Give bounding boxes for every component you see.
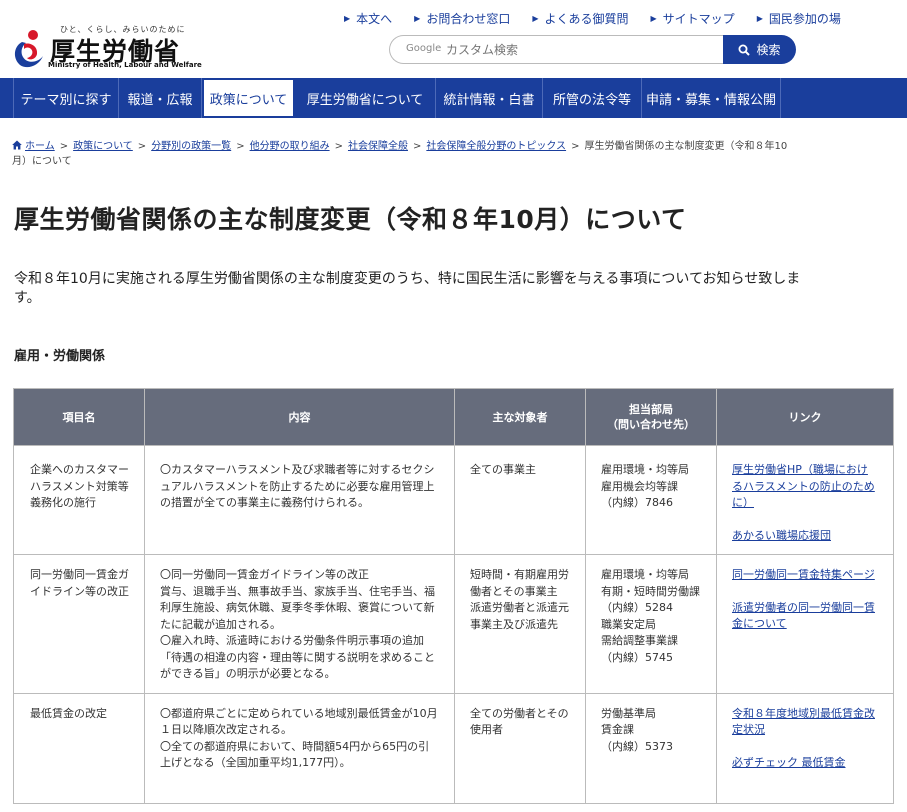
nav-item-statistics[interactable]: 統計情報・白書: [436, 78, 543, 118]
search-button-label: 検索: [756, 43, 781, 57]
mhlw-logo-icon: [14, 30, 43, 68]
link-dispatch-equal-pay[interactable]: 派遣労働者の同一労働同一賃金について: [732, 601, 875, 631]
cell-links: 同一労働同一賃金特集ページ 派遣労働者の同一労働同一賃金について: [716, 554, 894, 694]
link-spacer: [732, 512, 878, 528]
site-logo[interactable]: ひと、くらし、みらいのために 厚生労働省 Ministry of Health,…: [12, 22, 202, 72]
breadcrumb-policy-list[interactable]: 分野別の政策一覧: [151, 141, 231, 152]
search-input[interactable]: [446, 40, 706, 59]
cell-dept: 雇用環境・均等局 有期・短時間労働課 （内線）5284 職業安定局 需給調整事業…: [585, 554, 717, 694]
table-row: 同一労働同一賃金ガイドライン等の改正 〇同一労働同一賃金ガイドライン等の改正 賞…: [13, 554, 894, 694]
util-link-label: よくある御質問: [544, 12, 629, 26]
site-search: Google 検索: [389, 35, 796, 64]
util-link-label: サイトマップ: [662, 12, 735, 26]
table-row: 最低賃金の改定 〇都道府県ごとに定められている地域別最低賃金が10月１日以降順次…: [13, 692, 894, 804]
util-link-contact[interactable]: ▶ お問合わせ窓口: [414, 10, 510, 27]
breadcrumb: ホーム > 政策について > 分野別の政策一覧 > 他分野の取り組み > 社会保障全般 > 社会保障…: [12, 139, 802, 169]
link-minimum-wage-status[interactable]: 令和８年度地域別最低賃金改定状況: [732, 707, 875, 737]
global-nav: テーマ別に探す 報道・広報 政策について 厚生労働省について 統計情報・白書 所…: [0, 78, 907, 118]
link-spacer: [732, 739, 878, 755]
util-link-faq[interactable]: ▶ よくある御質問: [532, 10, 628, 27]
link-spacer: [732, 584, 878, 600]
lead-text: 令和８年10月に実施される厚生労働省関係の主な制度変更のうち、特に国民生活に影響…: [14, 271, 801, 306]
nav-item-policy[interactable]: 政策について: [202, 78, 295, 118]
breadcrumb-policy[interactable]: 政策について: [73, 141, 133, 152]
link-harassment-prevention[interactable]: 厚生労働省HP（職場におけるハラスメントの防止のために）: [732, 463, 875, 509]
cell-content: 〇同一労働同一賃金ガイドライン等の改正 賞与、退職手当、無事故手当、家族手当、住…: [144, 554, 455, 694]
changes-table: 項目名 内容 主な対象者 担当部局 （問い合わせ先） リンク 企業へのカスタマー…: [13, 388, 894, 804]
col-header-content: 内容: [144, 388, 455, 446]
util-link-label: 本文へ: [356, 12, 393, 26]
triangle-right-icon: ▶: [414, 14, 421, 23]
link-akarui-shokuba[interactable]: あかるい職場応援団: [732, 529, 831, 542]
link-minimum-wage-check[interactable]: 必ずチェック 最低賃金: [732, 756, 846, 769]
cell-links: 厚生労働省HP（職場におけるハラスメントの防止のために） あかるい職場応援団: [716, 445, 894, 555]
cell-target: 全ての事業主: [454, 445, 586, 555]
cell-target: 短時間・有期雇用労働者とその事業主 派遣労働者と派遣元事業主及び派遣先: [454, 554, 586, 694]
util-link-label: お問合わせ窓口: [426, 12, 511, 26]
triangle-right-icon: ▶: [650, 14, 657, 23]
table-header-row: 項目名 内容 主な対象者 担当部局 （問い合わせ先） リンク: [13, 388, 894, 446]
breadcrumb-separator: >: [334, 141, 343, 152]
col-header-item: 項目名: [13, 388, 145, 446]
cell-item: 最低賃金の改定: [13, 692, 145, 804]
breadcrumb-separator: >: [236, 141, 245, 152]
cell-links: 令和８年度地域別最低賃金改定状況 必ずチェック 最低賃金: [716, 692, 894, 804]
cell-item: 同一労働同一賃金ガイドライン等の改正: [13, 554, 145, 694]
breadcrumb-separator: >: [59, 141, 69, 152]
util-link-participation[interactable]: ▶ 国民参加の場: [757, 10, 841, 27]
breadcrumb-topics[interactable]: 社会保障全般分野のトピックス: [426, 141, 566, 152]
cell-dept: 雇用環境・均等局 雇用機会均等課 （内線）7846: [585, 445, 717, 555]
util-link-label: 国民参加の場: [768, 12, 841, 26]
util-link-sitemap[interactable]: ▶ サイトマップ: [651, 10, 735, 27]
nav-item-themes[interactable]: テーマ別に探す: [13, 78, 119, 118]
cell-content: 〇都道府県ごとに定められている地域別最低賃金が10月１日以降順次改定される。 〇…: [144, 692, 455, 804]
col-header-dept: 担当部局 （問い合わせ先）: [585, 388, 717, 446]
breadcrumb-separator: >: [412, 141, 422, 152]
link-equal-pay-special[interactable]: 同一労働同一賃金特集ページ: [732, 568, 875, 581]
cell-item: 企業へのカスタマーハラスメント対策等義務化の施行: [13, 445, 145, 555]
triangle-right-icon: ▶: [756, 14, 763, 23]
search-icon: [738, 44, 751, 56]
breadcrumb-social-security[interactable]: 社会保障全般: [348, 141, 408, 152]
breadcrumb-separator: >: [571, 141, 580, 152]
cell-target: 全ての労働者とその使用者: [454, 692, 586, 804]
google-brand-label: Google: [406, 43, 442, 54]
search-box: Google: [389, 35, 724, 64]
breadcrumb-separator: >: [137, 141, 147, 152]
util-link-main-content[interactable]: ▶ 本文へ: [344, 10, 392, 27]
col-header-links: リンク: [716, 388, 894, 446]
home-icon: [12, 140, 22, 150]
cell-dept: 労働基準局 賃金課 （内線）5373: [585, 692, 717, 804]
search-button[interactable]: 検索: [723, 35, 796, 64]
page-title: 厚生労働省関係の主な制度変更（令和８年10月）について: [14, 205, 687, 234]
breadcrumb-other-fields[interactable]: 他分野の取り組み: [250, 141, 330, 152]
breadcrumb-home[interactable]: ホーム: [25, 141, 55, 152]
triangle-right-icon: ▶: [344, 14, 351, 23]
cell-content: 〇カスタマーハラスメント及び求職者等に対するセクシュアルハラスメントを防止するた…: [144, 445, 455, 555]
nav-item-laws[interactable]: 所管の法令等: [543, 78, 642, 118]
col-header-target: 主な対象者: [454, 388, 586, 446]
site-header: ひと、くらし、みらいのために 厚生労働省 Ministry of Health,…: [0, 0, 907, 78]
triangle-right-icon: ▶: [532, 14, 539, 23]
table-row: 企業へのカスタマーハラスメント対策等義務化の施行 〇カスタマーハラスメント及び求…: [13, 445, 894, 555]
logo-english-name: Ministry of Health, Labour and Welfare: [48, 61, 202, 69]
nav-item-press[interactable]: 報道・広報: [119, 78, 202, 118]
nav-item-applications[interactable]: 申請・募集・情報公開: [642, 78, 781, 118]
utility-links: ▶ 本文へ ▶ お問合わせ窓口 ▶ よくある御質問 ▶ サイトマップ ▶ 国民参加の場: [344, 10, 841, 27]
nav-item-about[interactable]: 厚生労働省について: [295, 78, 436, 118]
section-heading: 雇用・労働関係: [14, 349, 106, 364]
